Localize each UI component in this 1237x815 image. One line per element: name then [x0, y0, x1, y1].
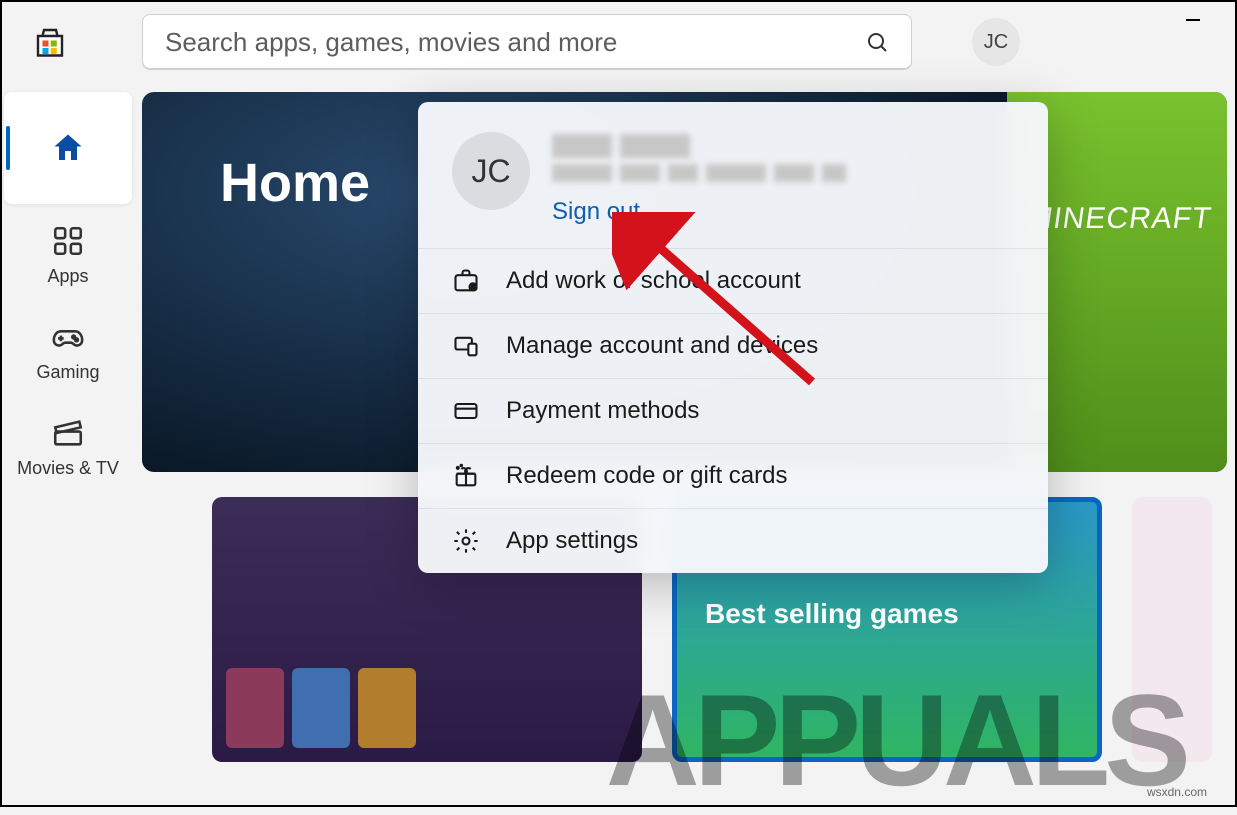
watermark: APPUALS	[606, 665, 1185, 815]
search-box[interactable]	[142, 14, 912, 70]
top-bar: JC	[2, 12, 1235, 72]
nav-apps[interactable]: Apps	[4, 210, 132, 300]
flyout-avatar: JC	[452, 132, 530, 210]
flyout-header: JC Sign out	[418, 102, 1048, 248]
store-logo	[32, 24, 68, 60]
search-input[interactable]	[165, 27, 865, 58]
home-icon	[50, 130, 86, 166]
watermark-small: wsxdn.com	[1147, 785, 1207, 799]
profile-flyout: JC Sign out Add work or school account M	[418, 102, 1048, 573]
menu-label: Manage account and devices	[506, 332, 818, 360]
menu-label: Payment methods	[506, 397, 699, 425]
minecraft-logo: MINECRAFT	[1024, 202, 1200, 242]
search-icon	[865, 30, 889, 54]
menu-app-settings[interactable]: App settings	[418, 508, 1048, 573]
left-nav: Apps Gaming Movies & TV	[2, 92, 134, 498]
menu-label: App settings	[506, 527, 638, 555]
nav-movies[interactable]: Movies & TV	[4, 402, 132, 492]
gear-icon	[452, 527, 480, 555]
nav-home[interactable]	[4, 92, 132, 204]
card-games-label: Best selling games	[705, 598, 959, 630]
user-avatar-button[interactable]: JC	[972, 18, 1020, 66]
flyout-menu: Add work or school account Manage accoun…	[418, 248, 1048, 573]
nav-gaming-label: Gaming	[36, 362, 99, 383]
flyout-email-redacted	[552, 164, 846, 182]
menu-label: Redeem code or gift cards	[506, 462, 787, 490]
menu-manage-account[interactable]: Manage account and devices	[418, 313, 1048, 378]
gaming-icon	[51, 320, 85, 354]
menu-add-work-account[interactable]: Add work or school account	[418, 248, 1048, 313]
menu-label: Add work or school account	[506, 267, 801, 295]
nav-movies-label: Movies & TV	[17, 458, 119, 479]
flyout-username-redacted	[552, 134, 846, 158]
nav-gaming[interactable]: Gaming	[4, 306, 132, 396]
menu-redeem-code[interactable]: Redeem code or gift cards	[418, 443, 1048, 508]
theater-thumbs	[226, 668, 416, 748]
devices-icon	[452, 332, 480, 360]
sign-out-link[interactable]: Sign out	[552, 198, 846, 226]
apps-icon	[51, 224, 85, 258]
menu-payment-methods[interactable]: Payment methods	[418, 378, 1048, 443]
gift-icon	[452, 462, 480, 490]
nav-apps-label: Apps	[47, 266, 88, 287]
movies-icon	[51, 416, 85, 450]
briefcase-user-icon	[452, 267, 480, 295]
hero-title: Home	[220, 152, 370, 214]
credit-card-icon	[452, 397, 480, 425]
